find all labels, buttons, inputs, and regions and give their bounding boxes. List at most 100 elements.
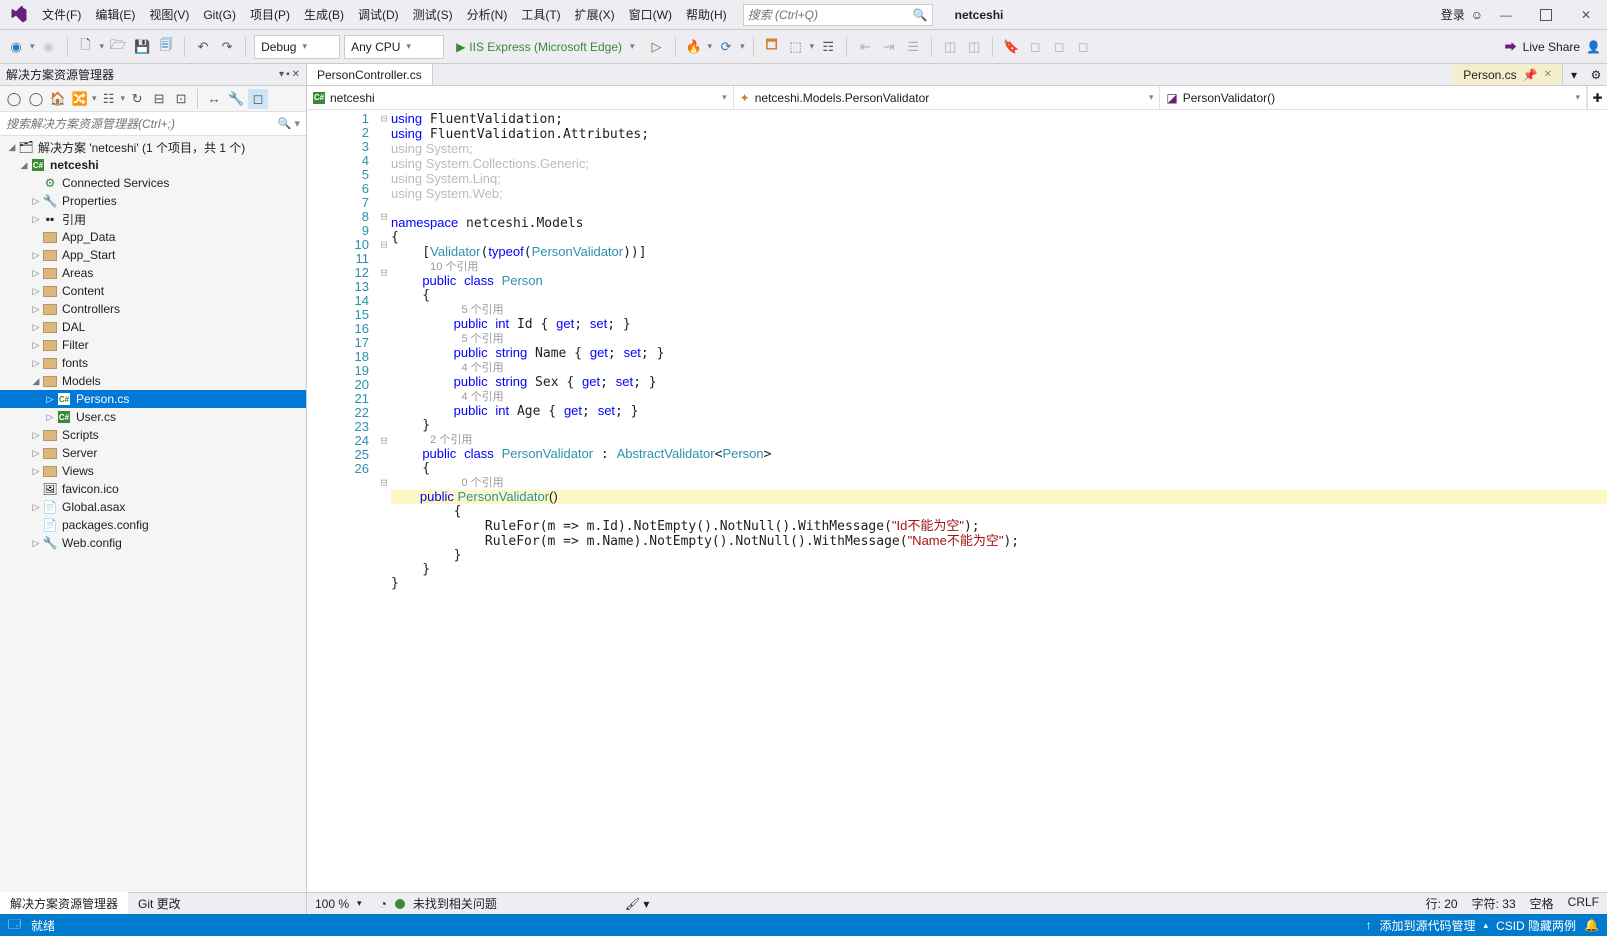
tree-item-web-config[interactable]: ▷🔧Web.config bbox=[0, 534, 306, 552]
notifications-icon[interactable]: 🔔 bbox=[1584, 918, 1599, 932]
project-node[interactable]: ◢C#netceshi bbox=[0, 156, 306, 174]
close-tab-icon[interactable]: ✕ bbox=[1544, 69, 1552, 80]
save-icon[interactable]: 💾 bbox=[132, 37, 152, 57]
global-search-input[interactable] bbox=[748, 8, 913, 22]
split-icon[interactable]: ✚ bbox=[1587, 86, 1607, 109]
tree-item-dal[interactable]: ▷DAL bbox=[0, 318, 306, 336]
menu-project[interactable]: 项目(P) bbox=[244, 3, 296, 26]
publish-icon[interactable]: ⬚ bbox=[786, 37, 806, 57]
open-icon[interactable]: 🗁 bbox=[108, 37, 128, 57]
zoom-level[interactable]: 100 % bbox=[315, 897, 349, 911]
new-project-icon[interactable]: 🗋 bbox=[76, 37, 96, 57]
pending-changes-icon[interactable]: ☷ bbox=[99, 89, 119, 109]
switch-view-icon[interactable]: 🔀 bbox=[70, 89, 90, 109]
menu-file[interactable]: 文件(F) bbox=[36, 3, 87, 26]
menu-extensions[interactable]: 扩展(X) bbox=[569, 3, 621, 26]
hot-reload-icon[interactable]: 🔥 bbox=[684, 37, 704, 57]
maximize-button[interactable] bbox=[1529, 4, 1563, 26]
wrench-icon[interactable]: 🔧 bbox=[226, 89, 246, 109]
save-all-icon[interactable]: 🗐 bbox=[156, 37, 176, 57]
solution-explorer-search[interactable]: 🔍 ▾ bbox=[0, 112, 306, 136]
config-combo[interactable]: Debug▾ bbox=[254, 35, 340, 59]
pin-icon[interactable]: ▪ bbox=[286, 69, 290, 80]
tree-item-connected-services[interactable]: ⚙Connected Services bbox=[0, 174, 306, 192]
close-window-button[interactable]: ✕ bbox=[1569, 4, 1603, 26]
back-nav-icon[interactable]: ◯ bbox=[4, 89, 24, 109]
tabs-overflow-icon[interactable]: ▾ bbox=[1563, 64, 1585, 85]
preview-icon[interactable]: ◻ bbox=[248, 89, 268, 109]
tree-item-user-cs[interactable]: ▷C#User.cs bbox=[0, 408, 306, 426]
menu-tools[interactable]: 工具(T) bbox=[515, 3, 566, 26]
eol-indicator[interactable]: CRLF bbox=[1568, 895, 1599, 912]
output-icon[interactable]: 🗔 bbox=[8, 915, 21, 936]
health-icon[interactable]: ◔ bbox=[380, 897, 387, 911]
code-content[interactable]: using FluentValidation; using FluentVali… bbox=[391, 110, 1607, 892]
brush-icon[interactable]: 🖌 ▾ bbox=[625, 897, 650, 911]
scm-label[interactable]: 添加到源代码管理 bbox=[1379, 917, 1475, 934]
tree-item-properties[interactable]: ▷🔧Properties bbox=[0, 192, 306, 210]
col-indicator[interactable]: 字符: 33 bbox=[1472, 895, 1516, 912]
breakpoint-gutter[interactable] bbox=[307, 110, 337, 892]
fold-gutter[interactable]: ⊟ ⊟ ⊟ ⊟ ⊟ ⊟ bbox=[377, 110, 391, 892]
properties-icon[interactable]: ↔ bbox=[204, 89, 224, 109]
tree-item-fonts[interactable]: ▷fonts bbox=[0, 354, 306, 372]
tree-item-global-asax[interactable]: ▷📄Global.asax bbox=[0, 498, 306, 516]
tree-item-person-cs[interactable]: ▷C#Person.cs bbox=[0, 390, 306, 408]
run-button[interactable]: ▶IIS Express (Microsoft Edge)▾ bbox=[448, 40, 642, 54]
tree-item-packages-config[interactable]: 📄packages.config bbox=[0, 516, 306, 534]
tab-git-changes[interactable]: Git 更改 bbox=[128, 892, 191, 915]
tree-item-models[interactable]: ◢Models bbox=[0, 372, 306, 390]
close-panel-icon[interactable]: ✕ bbox=[292, 69, 300, 80]
global-search[interactable]: 🔍 bbox=[743, 4, 933, 26]
platform-combo[interactable]: Any CPU▾ bbox=[344, 35, 444, 59]
tree-item-server[interactable]: ▷Server bbox=[0, 444, 306, 462]
tree-item-scripts[interactable]: ▷Scripts bbox=[0, 426, 306, 444]
bookmark-icon[interactable]: 🔖 bbox=[1001, 37, 1021, 57]
showall-icon[interactable]: ⊡ bbox=[171, 89, 191, 109]
tree-item-views[interactable]: ▷Views bbox=[0, 462, 306, 480]
undo-icon[interactable]: ↶ bbox=[193, 37, 213, 57]
menu-analyze[interactable]: 分析(N) bbox=[461, 3, 514, 26]
dropdown-icon[interactable]: ▾ bbox=[279, 69, 284, 80]
tab-solution-explorer[interactable]: 解决方案资源管理器 bbox=[0, 892, 128, 915]
menu-view[interactable]: 视图(V) bbox=[143, 3, 195, 26]
tree-item-controllers[interactable]: ▷Controllers bbox=[0, 300, 306, 318]
issues-text[interactable]: 未找到相关问题 bbox=[413, 895, 497, 912]
home-icon[interactable]: 🏠 bbox=[48, 89, 68, 109]
sync-icon[interactable]: ↻ bbox=[127, 89, 147, 109]
scm-add-icon[interactable]: ↑ bbox=[1365, 918, 1371, 932]
start-no-debug-icon[interactable]: ▷ bbox=[647, 37, 667, 57]
browse-icon[interactable]: 🗖 bbox=[762, 37, 782, 57]
line-indicator[interactable]: 行: 20 bbox=[1426, 895, 1458, 912]
solution-root[interactable]: ◢🗂解决方案 'netceshi' (1 个项目，共 1 个) bbox=[0, 138, 306, 156]
tree-item-references[interactable]: ▷▪▪引用 bbox=[0, 210, 306, 228]
user-icon[interactable]: ☺ bbox=[1471, 8, 1483, 22]
forward-icon[interactable]: ◉ bbox=[39, 37, 59, 57]
code-editor[interactable]: 1234567891011121314151617181920212223242… bbox=[307, 110, 1607, 892]
menu-edit[interactable]: 编辑(E) bbox=[89, 3, 141, 26]
pin-icon[interactable]: 📌 bbox=[1523, 68, 1538, 82]
menu-window[interactable]: 窗口(W) bbox=[623, 3, 678, 26]
refresh-icon[interactable]: ⟳ bbox=[716, 37, 736, 57]
redo-icon[interactable]: ↷ bbox=[217, 37, 237, 57]
indent-indicator[interactable]: 空格 bbox=[1530, 895, 1554, 912]
tree-item-app-start[interactable]: ▷App_Start bbox=[0, 246, 306, 264]
tab-personcontroller[interactable]: PersonController.cs bbox=[307, 64, 433, 85]
minimize-button[interactable]: — bbox=[1489, 4, 1523, 26]
tree-item-filter[interactable]: ▷Filter bbox=[0, 336, 306, 354]
find-icon[interactable]: ☶ bbox=[818, 37, 838, 57]
tabs-settings-icon[interactable]: ⚙ bbox=[1585, 64, 1607, 85]
menu-help[interactable]: 帮助(H) bbox=[680, 3, 733, 26]
solution-tree[interactable]: ◢🗂解决方案 'netceshi' (1 个项目，共 1 个) ◢C#netce… bbox=[0, 136, 306, 892]
menu-debug[interactable]: 调试(D) bbox=[352, 3, 405, 26]
fwd-nav-icon[interactable]: ◯ bbox=[26, 89, 46, 109]
liveshare-label[interactable]: Live Share bbox=[1523, 40, 1580, 54]
nav-project[interactable]: C#netceshi▾ bbox=[307, 86, 734, 109]
liveshare-icon[interactable]: ⮕ bbox=[1505, 38, 1517, 55]
menu-git[interactable]: Git(G) bbox=[197, 5, 242, 25]
back-icon[interactable]: ◉ bbox=[6, 37, 26, 57]
menu-build[interactable]: 生成(B) bbox=[298, 3, 350, 26]
status-extra[interactable]: CSID 隐藏两例 bbox=[1496, 917, 1576, 934]
tree-item-favicon[interactable]: 🖼favicon.ico bbox=[0, 480, 306, 498]
login-link[interactable]: 登录 bbox=[1441, 6, 1465, 23]
